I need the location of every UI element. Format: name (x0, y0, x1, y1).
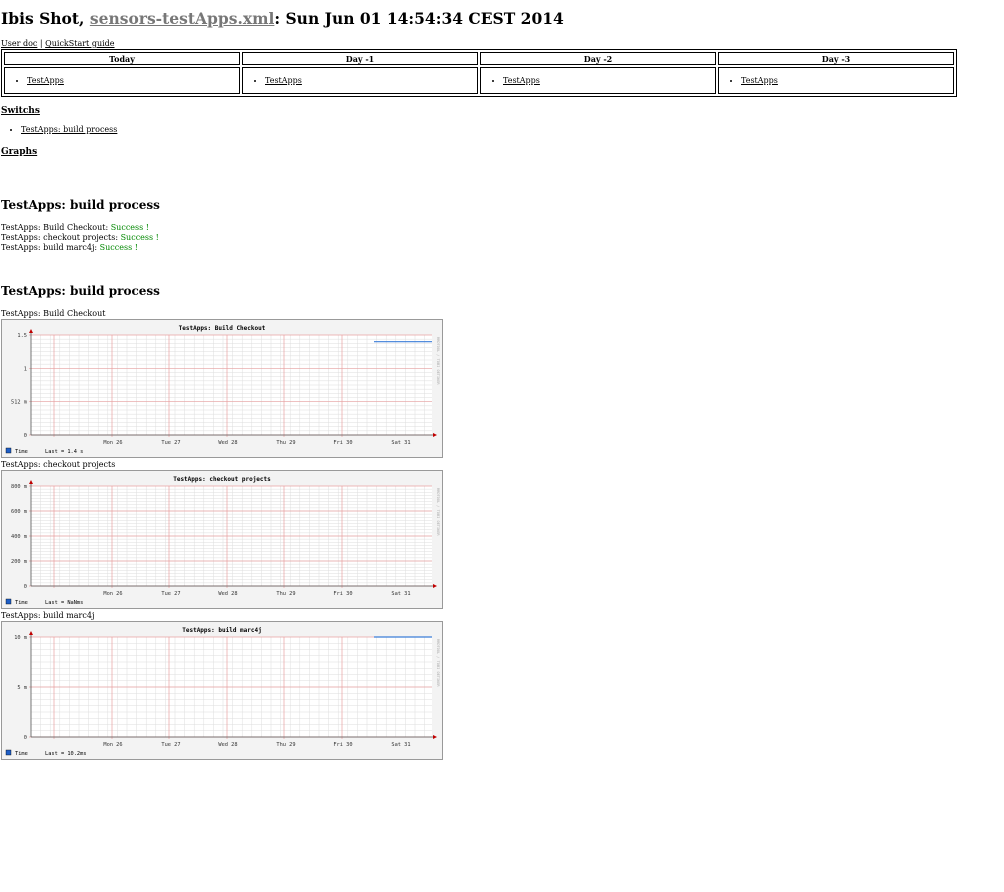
day-cell: TestApps (480, 67, 716, 94)
legend-swatch (5, 598, 12, 605)
status-success: Success ! (99, 243, 138, 252)
x-tick-label: Fri 30 (333, 591, 352, 597)
x-tick-label: Fri 30 (333, 742, 352, 748)
y-tick-label: 10 m (14, 635, 27, 641)
day-cell: TestApps (718, 67, 954, 94)
switch-item: TestApps: build process (21, 125, 117, 134)
legend-last-value: Last = NaNms (45, 600, 83, 606)
day-header: Day -1 (242, 52, 478, 65)
page-title: Ibis Shot, sensors-testApps.xml: Sun Jun… (1, 9, 564, 28)
day-cell: TestApps (4, 67, 240, 94)
legend-last-value: Last = 10.2ms (45, 751, 86, 757)
status-section-title: TestApps: build process (1, 198, 160, 212)
link-separator: | (39, 39, 43, 48)
x-tick-label: Thu 29 (276, 742, 295, 748)
switchs-link[interactable]: Switchs (1, 106, 40, 116)
legend-label: Time (15, 751, 28, 757)
x-tick-label: Tue 27 (161, 591, 180, 597)
quickstart-link[interactable]: QuickStart guide (45, 39, 114, 48)
x-tick-label: Mon 26 (103, 742, 122, 748)
x-tick-label: Wed 28 (218, 742, 237, 748)
legend-swatch (5, 749, 12, 756)
x-tick-label: Fri 30 (333, 440, 352, 446)
graphs-heading: Graphs (1, 147, 37, 157)
chart-watermark: RRDTOOL / TOBI OETIKER (436, 488, 440, 536)
x-tick-label: Mon 26 (103, 591, 122, 597)
graph-caption: TestApps: checkout projects (1, 460, 116, 469)
title-prefix: Ibis Shot, (1, 9, 90, 28)
chart-watermark: RRDTOOL / TOBI OETIKER (436, 639, 440, 687)
status-label: TestApps: build marc4j: (1, 243, 100, 252)
doc-links: User doc | QuickStart guide (1, 39, 115, 48)
status-line: TestApps: build marc4j: Success ! (1, 243, 159, 253)
status-label: TestApps: Build Checkout: (1, 223, 111, 232)
config-file-link[interactable]: sensors-testApps.xml (90, 9, 275, 28)
status-line: TestApps: Build Checkout: Success ! (1, 223, 159, 233)
graph-caption: TestApps: build marc4j (1, 611, 95, 620)
chart-watermark: RRDTOOL / TOBI OETIKER (436, 337, 440, 385)
x-tick-label: Sat 31 (391, 591, 410, 597)
x-tick-label: Thu 29 (276, 591, 295, 597)
status-list: TestApps: Build Checkout: Success ! Test… (1, 223, 159, 253)
chart-checkout-projects: Mon 26 Tue 27 Wed 28 Thu 29 Fri 30 Sat 31 0 200… (1, 470, 443, 609)
status-success: Success ! (110, 223, 149, 232)
day-cell: TestApps (242, 67, 478, 94)
day-link-testapps[interactable]: TestApps (265, 76, 302, 85)
day-header: Today (4, 52, 240, 65)
switch-list: TestApps: build process (1, 125, 117, 134)
chart-title: TestApps: Build Checkout (179, 325, 266, 332)
x-tick-label: Wed 28 (218, 440, 237, 446)
y-tick-label: 600 m (11, 509, 27, 515)
y-tick-label: 0 (24, 433, 27, 439)
day-link-testapps[interactable]: TestApps (27, 76, 64, 85)
chart-title: TestApps: build marc4j (182, 627, 261, 634)
x-tick-label: Sat 31 (391, 742, 410, 748)
graph-section-title: TestApps: build process (1, 284, 160, 298)
legend-label: Time (15, 600, 28, 606)
day-header: Day -2 (480, 52, 716, 65)
x-tick-label: Tue 27 (161, 440, 180, 446)
status-line: TestApps: checkout projects: Success ! (1, 233, 159, 243)
legend-last-value: Last = 1.4 s (45, 449, 83, 455)
switch-link-build-process[interactable]: TestApps: build process (21, 125, 117, 134)
x-tick-label: Mon 26 (103, 440, 122, 446)
day-header: Day -3 (718, 52, 954, 65)
x-tick-label: Sat 31 (391, 440, 410, 446)
y-tick-label: 0 (24, 584, 27, 590)
x-tick-label: Tue 27 (161, 742, 180, 748)
title-suffix: : Sun Jun 01 14:54:34 CEST 2014 (274, 9, 564, 28)
y-tick-label: 200 m (11, 559, 27, 565)
switchs-heading: Switchs (1, 106, 40, 116)
x-tick-label: Thu 29 (276, 440, 295, 446)
status-success: Success ! (120, 233, 159, 242)
y-tick-label: 400 m (11, 534, 27, 540)
status-label: TestApps: checkout projects: (1, 233, 121, 242)
days-table: Today Day -1 Day -2 Day -3 TestApps Test… (1, 49, 957, 97)
x-tick-label: Wed 28 (218, 591, 237, 597)
day-link-testapps[interactable]: TestApps (503, 76, 540, 85)
chart-title: TestApps: checkout projects (173, 476, 271, 483)
chart-build-marc4j: Mon 26 Tue 27 Wed 28 Thu 29 Fri 30 Sat 31 0 5 m… (1, 621, 443, 760)
chart-build-checkout: Mon 26 Tue 27 Wed 28 Thu 29 Fri 30 Sat 31 0 512… (1, 319, 443, 458)
y-tick-label: 1.5 (17, 333, 27, 339)
legend-swatch (5, 447, 12, 454)
legend-label: Time (15, 449, 28, 455)
y-tick-label: 800 m (11, 484, 27, 490)
graphs-link[interactable]: Graphs (1, 147, 37, 157)
y-tick-label: 512 m (11, 400, 27, 406)
y-tick-label: 5 m (17, 685, 27, 691)
graph-caption: TestApps: Build Checkout (1, 309, 106, 318)
day-link-testapps[interactable]: TestApps (741, 76, 778, 85)
user-doc-link[interactable]: User doc (1, 39, 37, 48)
y-tick-label: 0 (24, 735, 27, 741)
y-tick-label: 1 (24, 366, 27, 372)
